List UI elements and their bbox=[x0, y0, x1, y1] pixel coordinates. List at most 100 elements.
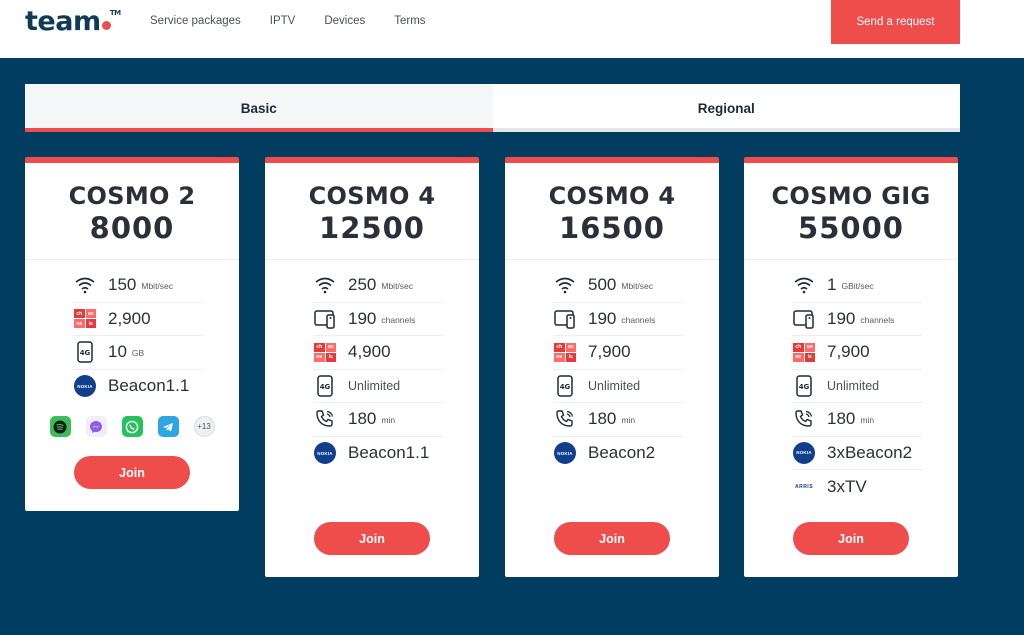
plan-name: COSMO 2 bbox=[68, 182, 196, 210]
feature-unit: min bbox=[860, 415, 875, 426]
feature-unit: Mbit/sec bbox=[621, 281, 654, 292]
plan-card-header: COSMO 2 8000 bbox=[25, 163, 239, 260]
plan-card-header: COSMO GIG 55000 bbox=[744, 163, 958, 260]
feature-list: 250 Mbit/sec 190 channels ch an ne ls 4,900… bbox=[265, 260, 479, 470]
tv-box-icon bbox=[553, 307, 577, 331]
phone-icon bbox=[792, 407, 816, 431]
phone-icon bbox=[553, 407, 577, 431]
plan-name: COSMO 4 bbox=[548, 182, 676, 210]
feature-device: NOKIA 3xBeacon2 bbox=[792, 437, 922, 470]
feature-device: NOKIA Beacon1.1 bbox=[73, 370, 203, 404]
feature-unit: min bbox=[621, 415, 636, 426]
tab-basic[interactable]: Basic bbox=[25, 84, 493, 132]
tv-box-icon bbox=[792, 307, 816, 331]
feature-unit: GBit/sec bbox=[841, 281, 874, 292]
feature-value: 7,900 bbox=[827, 342, 870, 362]
spotify-icon bbox=[49, 416, 71, 437]
feature-value: Unlimited bbox=[588, 378, 641, 393]
feature-unit: GB bbox=[131, 348, 145, 359]
feature-unit: min bbox=[381, 415, 396, 426]
nav-service-packages[interactable]: Service packages bbox=[150, 15, 241, 27]
feature-device: NOKIA Beacon1.1 bbox=[313, 437, 443, 471]
app-list: +13 bbox=[25, 416, 239, 437]
feature-unit: channels bbox=[860, 314, 895, 325]
mobile-4g-icon: 4G bbox=[313, 374, 337, 398]
mobile-4g-icon: 4G bbox=[792, 374, 816, 398]
svg-text:4G: 4G bbox=[560, 383, 571, 391]
logo-trademark: TM bbox=[109, 9, 121, 17]
feature-value: 180 bbox=[827, 409, 856, 429]
feature-tv-channels: ch an ne ls 4,900 bbox=[313, 336, 443, 370]
tv-channels-icon: ch an ne ls bbox=[313, 340, 337, 364]
plan-card-cosmo-4-12500: COSMO 4 12500 250 Mbit/sec 190 channels … bbox=[265, 157, 479, 577]
join-button[interactable]: Join bbox=[314, 522, 430, 555]
top-header: team TM Service packages IPTV Devices Te… bbox=[0, 0, 1024, 44]
feature-value: Unlimited bbox=[827, 378, 880, 393]
feature-device: NOKIA Beacon2 bbox=[553, 437, 683, 471]
join-button[interactable]: Join bbox=[793, 522, 909, 555]
feature-calls: 180 min bbox=[553, 403, 683, 437]
svg-text:4G: 4G bbox=[320, 383, 331, 391]
team-logo[interactable]: team TM bbox=[25, 6, 121, 37]
tv-channels-icon: ch an ne ls bbox=[73, 307, 97, 331]
more-apps-badge[interactable]: +13 bbox=[193, 416, 215, 437]
feature-internet: 500 Mbit/sec bbox=[553, 269, 683, 303]
feature-value: 180 bbox=[348, 409, 377, 429]
wifi-icon bbox=[792, 273, 816, 297]
feature-tv-box: 190 channels bbox=[792, 303, 922, 336]
tv-box-icon bbox=[313, 307, 337, 331]
wifi-icon bbox=[313, 273, 337, 297]
logo-text: team bbox=[25, 6, 101, 37]
join-button[interactable]: Join bbox=[74, 456, 190, 489]
feature-value: 190 bbox=[827, 308, 856, 328]
feature-value: 7,900 bbox=[588, 342, 631, 362]
feature-tv-channels: ch an ne ls 2,900 bbox=[73, 303, 203, 336]
messenger-icon bbox=[85, 416, 107, 437]
feature-value: 10 bbox=[108, 342, 127, 362]
feature-calls: 180 min bbox=[313, 403, 443, 437]
tv-channels-icon: ch an ne ls bbox=[792, 340, 816, 364]
svg-text:4G: 4G bbox=[80, 349, 91, 357]
nokia-icon: NOKIA bbox=[73, 374, 97, 398]
feature-value: 190 bbox=[348, 308, 377, 328]
plan-card-cosmo-gig: COSMO GIG 55000 1 GBit/sec 190 channels … bbox=[744, 157, 958, 577]
whatsapp-icon bbox=[121, 416, 143, 437]
feature-unit: channels bbox=[381, 314, 416, 325]
nav-terms[interactable]: Terms bbox=[394, 15, 425, 27]
wifi-icon bbox=[553, 273, 577, 297]
plan-name: COSMO GIG bbox=[771, 182, 931, 210]
feature-tv-device: ARRIS 3xTV bbox=[792, 470, 922, 504]
main-nav: Service packages IPTV Devices Terms bbox=[150, 15, 455, 27]
feature-internet: 250 Mbit/sec bbox=[313, 269, 443, 303]
svg-text:4G: 4G bbox=[799, 383, 810, 391]
feature-value: Unlimited bbox=[348, 378, 401, 393]
package-tabs: Basic Regional bbox=[25, 84, 960, 132]
plan-price: 12500 bbox=[319, 211, 425, 245]
tab-regional[interactable]: Regional bbox=[492, 84, 960, 132]
feature-value: 3xBeacon2 bbox=[827, 442, 913, 462]
feature-calls: 180 min bbox=[792, 403, 922, 437]
plan-name: COSMO 4 bbox=[308, 182, 436, 210]
nav-devices[interactable]: Devices bbox=[324, 15, 365, 27]
nokia-icon: NOKIA bbox=[792, 441, 816, 465]
feature-mobile-data: 4G Unlimited bbox=[553, 370, 683, 403]
feature-list: 1 GBit/sec 190 channels ch an ne ls 7,900 4… bbox=[744, 260, 958, 504]
send-request-button[interactable]: Send a request bbox=[831, 0, 960, 44]
feature-value: 250 bbox=[348, 275, 377, 295]
tv-channels-icon: ch an ne ls bbox=[553, 340, 577, 364]
feature-value: 1 bbox=[827, 275, 837, 295]
feature-unit: Mbit/sec bbox=[381, 281, 414, 292]
telegram-icon bbox=[157, 416, 179, 437]
feature-value: Beacon2 bbox=[588, 443, 656, 463]
feature-list: 150 Mbit/sec ch an ne ls 2,900 4G 10 GB NOK… bbox=[25, 260, 239, 403]
feature-mobile-data: 4G 10 GB bbox=[73, 336, 203, 370]
wifi-icon bbox=[73, 273, 97, 297]
feature-value: 3xTV bbox=[827, 476, 867, 496]
feature-tv-box: 190 channels bbox=[553, 303, 683, 336]
feature-internet: 1 GBit/sec bbox=[792, 269, 922, 303]
join-button[interactable]: Join bbox=[554, 522, 670, 555]
feature-value: 190 bbox=[588, 308, 617, 328]
nav-iptv[interactable]: IPTV bbox=[270, 15, 296, 27]
feature-unit: Mbit/sec bbox=[141, 281, 174, 292]
feature-value: Beacon1.1 bbox=[348, 443, 430, 463]
